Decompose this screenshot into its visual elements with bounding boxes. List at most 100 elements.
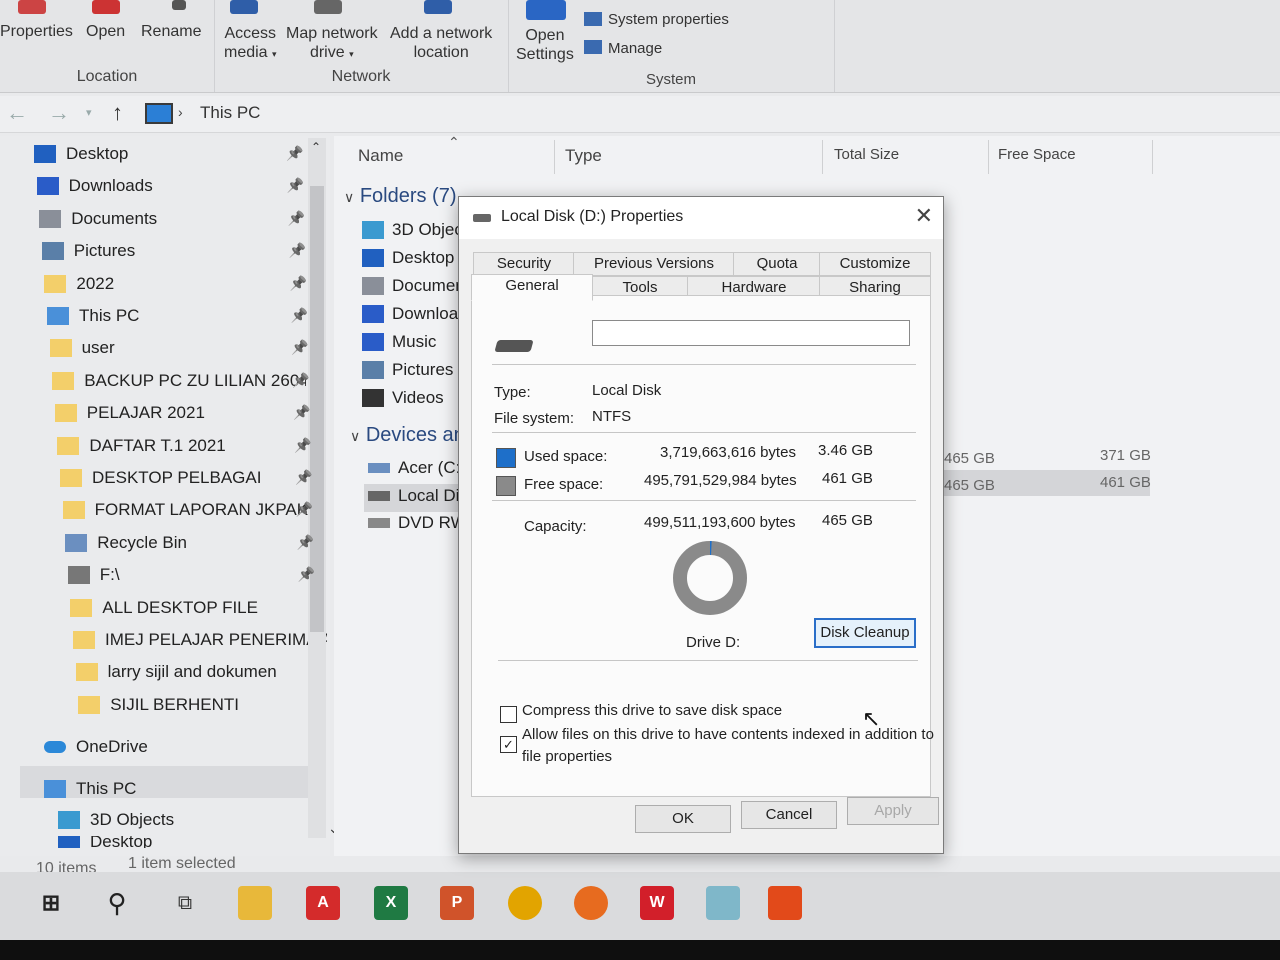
search-icon[interactable]: ⚲ [100,886,134,920]
tab-general[interactable]: General [471,274,593,301]
column-header-name[interactable]: Name [358,146,403,166]
folder-item[interactable]: Music [362,332,458,352]
sidebar-item[interactable]: Recycle Bin [65,530,187,556]
sidebar-item-desktop-partial[interactable]: Desktop [58,836,152,848]
pin-icon[interactable]: 📌 [293,404,310,421]
pin-icon[interactable]: 📌 [286,145,303,162]
sidebar-item[interactable]: Documents [39,206,157,232]
dialog-title-bar[interactable]: Local Disk (D:) Properties ✕ [459,197,943,239]
pin-icon[interactable]: 📌 [287,177,304,194]
system-properties-button[interactable]: System properties [608,10,729,29]
acrobat-icon[interactable]: A [306,886,340,920]
pin-icon[interactable]: 📌 [290,275,307,292]
sidebar-item-this-pc[interactable]: This PC [44,776,136,802]
wps-office-icon[interactable]: W [640,886,674,920]
pin-icon[interactable]: 📌 [292,372,309,389]
desktop-icon [58,836,80,848]
ok-button[interactable]: OK [635,805,731,833]
sidebar-item[interactable]: ALL DESKTOP FILE [70,595,258,621]
breadcrumb[interactable]: This PC [200,103,260,123]
sidebar-item[interactable]: F:\ [67,562,120,588]
scroll-up-icon[interactable]: ⌃ [311,140,321,154]
column-header-free-space[interactable]: Free Space [998,146,1076,163]
folder-item[interactable]: Documents [362,276,458,296]
group-header-folders[interactable]: ∨ Folders (7) [344,185,457,208]
task-view-icon[interactable]: ⧉ [168,886,202,920]
rename-button[interactable]: Rename [141,22,201,41]
disk-cleanup-button[interactable]: Disk Cleanup [814,618,916,648]
pin-icon[interactable]: 📌 [296,501,313,518]
media-icon [230,0,258,14]
sidebar-item-3d-objects[interactable]: 3D Objects [58,807,174,833]
map-network-drive-button[interactable]: Map network drive ▾ [286,24,378,64]
file-explorer-icon[interactable] [238,886,272,920]
forward-arrow-icon[interactable]: → [48,100,70,126]
powerpoint-icon[interactable]: P [440,886,474,920]
pin-icon[interactable]: 📌 [298,566,315,583]
back-arrow-icon[interactable]: ← [6,100,28,126]
properties-button[interactable]: Properties [0,22,73,41]
open-settings-button[interactable]: Open Settings [516,26,574,64]
control-panel-icon[interactable] [706,886,740,920]
up-arrow-icon[interactable]: ↑ [112,100,123,126]
sidebar-item[interactable]: user [49,335,115,361]
folder-item-label: Documents [392,276,458,295]
device-item[interactable]: DVD RW Drive [368,513,460,533]
sidebar-item[interactable]: Desktop [34,141,128,167]
folder-item[interactable]: 3D Objects [362,220,458,240]
sidebar-item[interactable]: DAFTAR T.1 2021 [57,433,226,459]
tab-security[interactable]: Security [473,252,575,276]
sidebar-item[interactable]: FORMAT LAPORAN JKPAK SL [62,497,317,523]
sidebar-item[interactable]: Downloads [36,173,153,199]
sidebar-item[interactable]: PELAJAR 2021 [54,400,205,426]
tab-quota[interactable]: Quota [733,252,821,276]
pin-icon[interactable]: 📌 [297,534,314,551]
free-space-swatch [496,476,516,496]
pin-icon[interactable]: 📌 [291,339,308,356]
folder-icon [70,598,93,617]
sidebar-item-onedrive[interactable]: OneDrive [44,734,148,760]
chrome-icon[interactable] [508,886,542,920]
windows-start-icon[interactable]: ⊞ [34,886,68,920]
manage-button[interactable]: Manage [608,39,662,58]
cancel-button[interactable]: Cancel [741,801,837,829]
excel-icon[interactable]: X [374,886,408,920]
volume-label-input[interactable] [592,320,910,346]
sidebar-item[interactable]: SIJIL BERHENTI [78,692,239,718]
office-icon[interactable] [768,886,802,920]
tab-previous-versions[interactable]: Previous Versions [573,252,735,276]
sidebar-item[interactable]: BACKUP PC ZU LILIAN 26042 [52,368,306,394]
pin-icon[interactable]: 📌 [289,242,306,259]
sidebar-item[interactable]: larry sijil and dokumen [75,659,277,685]
column-header-total-size[interactable]: Total Size [834,146,899,163]
pin-icon[interactable]: 📌 [288,210,305,227]
sidebar-item[interactable]: DESKTOP PELBAGAI [60,465,261,491]
sidebar-item[interactable]: IMEJ PELAJAR PENERIMA APC 2 [73,627,327,653]
pin-icon[interactable]: 📌 [294,437,311,454]
recent-locations-chevron-icon[interactable]: ▾ [86,106,92,119]
folder-icon [49,339,72,358]
folder-item[interactable]: Desktop [362,248,458,268]
apply-button[interactable]: Apply [847,797,939,825]
sidebar-item[interactable]: This PC [47,303,139,329]
desktop-icon [34,145,56,163]
pin-icon[interactable]: 📌 [291,307,308,324]
close-icon[interactable]: ✕ [915,203,933,229]
device-item[interactable]: Acer (C:) [368,458,460,478]
sidebar-item[interactable]: 2022 [44,271,114,297]
index-checkbox[interactable]: ✓ [500,736,517,753]
pin-icon[interactable]: 📌 [295,469,312,486]
access-media-button[interactable]: Access media ▾ [224,24,277,64]
folder-item[interactable]: Pictures [362,360,458,380]
device-item[interactable]: Local Disk (D:) [368,486,460,506]
folder-item[interactable]: Videos [362,388,458,408]
add-network-location-button[interactable]: Add a network location [390,24,492,62]
compress-checkbox[interactable] [500,706,517,723]
folder-item[interactable]: Downloads [362,304,458,324]
firefox-icon[interactable] [574,886,608,920]
column-header-type[interactable]: Type [565,146,602,166]
tab-customize[interactable]: Customize [819,252,931,276]
column-separator [822,140,823,174]
sidebar-item[interactable]: Pictures [41,238,135,264]
open-button[interactable]: Open [86,22,125,41]
